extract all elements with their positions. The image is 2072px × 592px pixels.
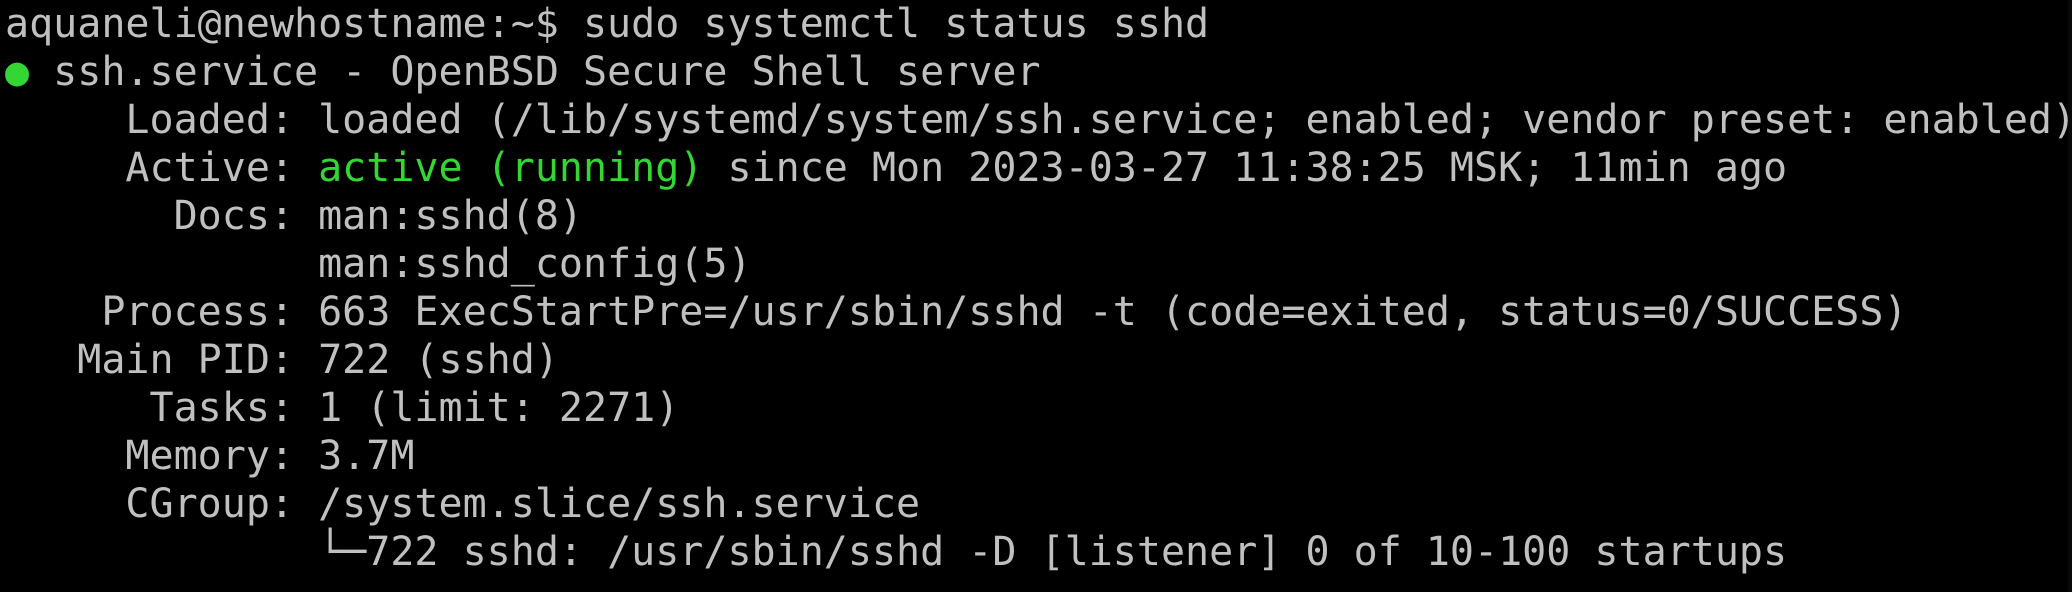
process-value: 663 ExecStartPre=/usr/sbin/sshd -t (code… xyxy=(318,289,1908,335)
mainpid-label: Main PID: xyxy=(5,337,319,383)
memory-line: Memory: 3.7M xyxy=(5,432,2072,480)
docs-label: Docs: xyxy=(5,193,319,239)
status-dot-icon: ● xyxy=(5,49,30,95)
docs-indent xyxy=(5,241,318,287)
cgroup-line: CGroup: /system.slice/ssh.service xyxy=(5,480,2072,528)
process-line: Process: 663 ExecStartPre=/usr/sbin/sshd… xyxy=(5,288,2072,336)
tasks-value: 1 (limit: 2271) xyxy=(318,385,680,431)
docs-line-1: Docs: man:sshd(8) xyxy=(5,192,2072,240)
docs-value-1: man:sshd(8) xyxy=(318,193,583,239)
active-state: active (running) xyxy=(318,145,704,191)
terminal-scrollbar[interactable] xyxy=(2068,0,2072,592)
shell-prompt: aquaneli@newhostname:~$ xyxy=(5,1,583,47)
loaded-value: loaded (/lib/systemd/system/ssh.service;… xyxy=(318,97,2072,143)
tasks-line: Tasks: 1 (limit: 2271) xyxy=(5,384,2072,432)
docs-value-2: man:sshd_config(5) xyxy=(318,241,752,287)
active-label: Active: xyxy=(5,145,319,191)
service-title: ssh.service - OpenBSD Secure Shell serve… xyxy=(29,49,1041,95)
terminal-window[interactable]: aquaneli@newhostname:~$ sudo systemctl s… xyxy=(0,0,2072,592)
service-header-line: ● ssh.service - OpenBSD Secure Shell ser… xyxy=(5,48,2072,96)
cgroup-child-indent xyxy=(5,529,318,575)
loaded-label: Loaded: xyxy=(5,97,319,143)
terminal-output: aquaneli@newhostname:~$ sudo systemctl s… xyxy=(5,0,2072,576)
tasks-label: Tasks: xyxy=(5,385,319,431)
active-since: since Mon 2023-03-27 11:38:25 MSK; 11min… xyxy=(703,145,1788,191)
active-line: Active: active (running) since Mon 2023-… xyxy=(5,144,2072,192)
mainpid-line: Main PID: 722 (sshd) xyxy=(5,336,2072,384)
memory-value: 3.7M xyxy=(318,433,415,479)
mainpid-value: 722 (sshd) xyxy=(318,337,559,383)
cgroup-child-process: └─722 sshd: /usr/sbin/sshd -D [listener]… xyxy=(318,529,1788,575)
loaded-line: Loaded: loaded (/lib/systemd/system/ssh.… xyxy=(5,96,2072,144)
process-label: Process: xyxy=(5,289,319,335)
cgroup-child-line: └─722 sshd: /usr/sbin/sshd -D [listener]… xyxy=(5,528,2072,576)
prompt-line: aquaneli@newhostname:~$ sudo systemctl s… xyxy=(5,0,2072,48)
docs-line-2: man:sshd_config(5) xyxy=(5,240,2072,288)
memory-label: Memory: xyxy=(5,433,319,479)
cgroup-label: CGroup: xyxy=(5,481,319,527)
cgroup-value: /system.slice/ssh.service xyxy=(318,481,921,527)
command-text: sudo systemctl status sshd xyxy=(582,1,1210,47)
